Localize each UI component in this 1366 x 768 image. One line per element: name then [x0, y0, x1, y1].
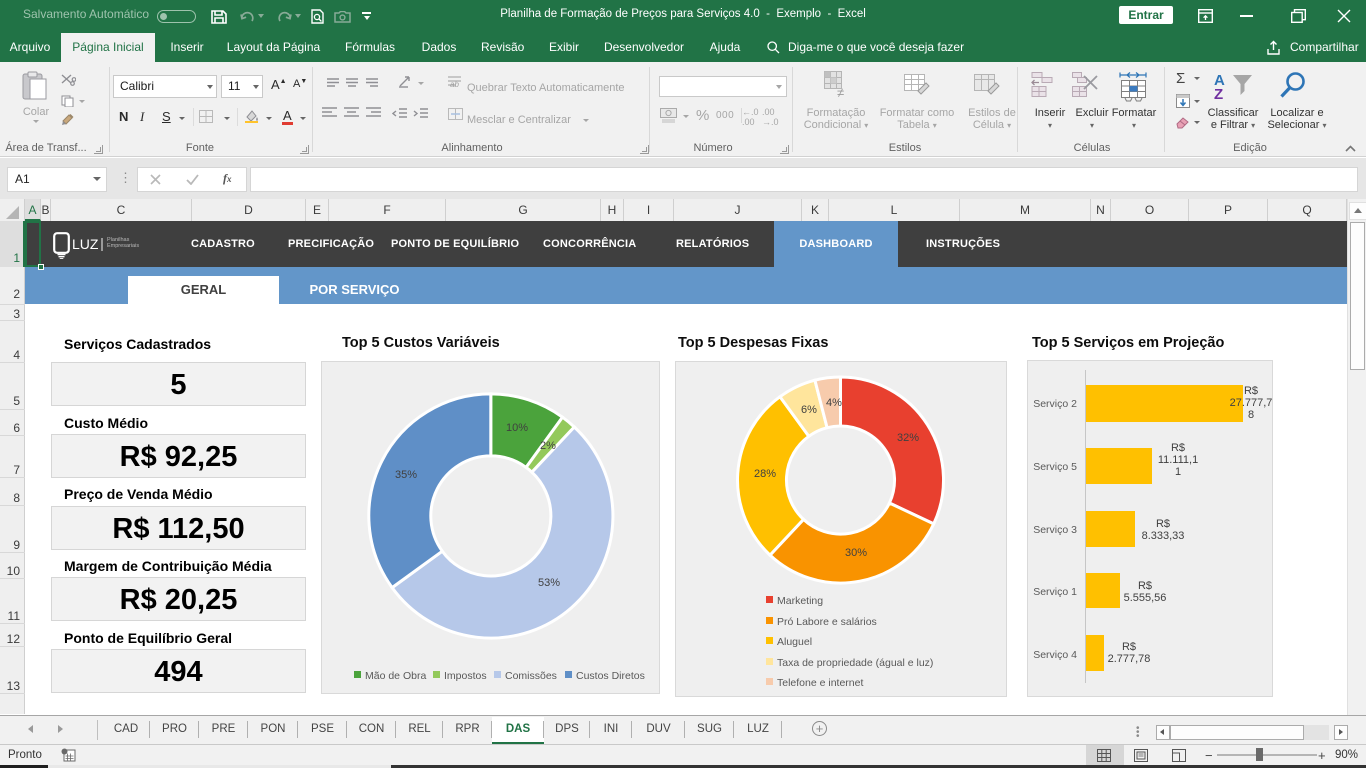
- svg-text:Z: Z: [1214, 86, 1223, 99]
- svg-text:ab: ab: [450, 80, 459, 88]
- svg-text:≠: ≠: [837, 85, 844, 98]
